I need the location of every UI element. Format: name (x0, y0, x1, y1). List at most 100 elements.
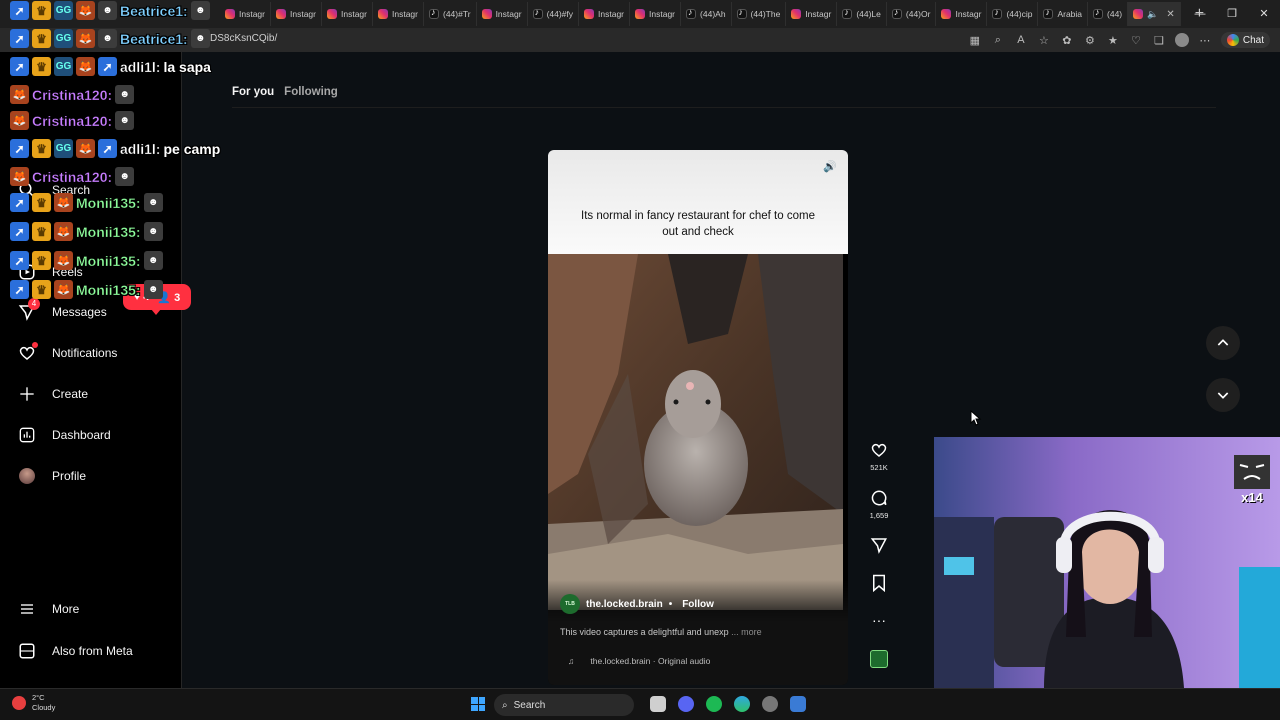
heart-monitor-icon[interactable]: ♡ (1129, 33, 1143, 47)
volume-icon[interactable]: 🔊 (822, 160, 838, 176)
next-reel-button[interactable] (1206, 378, 1240, 412)
apps-icon[interactable]: ▦ (968, 33, 982, 47)
reel-caption: Its normal in fancy restaurant for chef … (581, 210, 815, 238)
taskbar-search[interactable]: ⌕ Search (494, 694, 634, 716)
share-action[interactable] (866, 535, 892, 555)
browser-tab[interactable]: (44)#Tr (424, 2, 477, 26)
crown-badge-icon: ♛ (32, 222, 51, 241)
chat-button[interactable]: Chat (1220, 32, 1270, 48)
collections-icon[interactable]: ❏ (1152, 33, 1166, 47)
stream-chat-overlay: ➚ ♛ GG 🦊 ☻ Beatrice1: ☻ ➚ ♛ GG 🦊 ☻ Beatrice1: ☻ ➚ ♛ GG 🦊 ➚… (0, 0, 260, 300)
messenger-icon: 4 (16, 298, 40, 323)
browser-tab[interactable]: (44)cip (987, 2, 1039, 26)
reel-player[interactable]: 🔊 Its normal in fancy restaurant for che… (548, 150, 848, 685)
extension-icon[interactable]: ✿ (1060, 33, 1074, 47)
tab-label: Instagr (341, 9, 367, 19)
browser-tabs: Instagr Instagr Instagr Instagr (44)#Tr Insta… (220, 0, 1181, 28)
discord-icon[interactable] (678, 696, 694, 712)
browser-tab[interactable]: (44) (1088, 2, 1129, 26)
profile-avatar-icon (16, 465, 38, 487)
profile-avatar[interactable] (1174, 33, 1189, 47)
browser-tab[interactable]: Instagr (936, 2, 988, 26)
pin-badge-icon: ➚ (10, 57, 29, 76)
puzzle-icon[interactable]: ⚙ (1083, 33, 1097, 47)
save-action[interactable] (866, 573, 892, 593)
chat-message: ➚ ♛ 🦊 Monii135: ☻ (10, 251, 163, 270)
maximize-icon[interactable]: ❐ (1216, 0, 1248, 28)
tab-label: (44)The (750, 9, 781, 19)
menu-dots-icon[interactable]: ⋯ (1198, 33, 1212, 47)
author-avatar[interactable]: TLB (560, 594, 580, 614)
reel-video-frame[interactable] (548, 254, 843, 610)
previous-reel-button[interactable] (1206, 326, 1240, 360)
tab-label: Arabia (1057, 9, 1083, 19)
tab-following[interactable]: Following (284, 86, 338, 98)
active-browser-tab[interactable]: 🔈 ✕ (1128, 2, 1181, 26)
browser-tab[interactable]: (44)#fy (528, 2, 580, 26)
instagram-favicon-icon (481, 9, 492, 19)
like-count: 521K (870, 463, 888, 472)
windows-start-icon[interactable] (471, 697, 485, 711)
fox-badge-icon: 🦊 (10, 111, 29, 130)
edge-icon[interactable] (734, 696, 750, 712)
browser-tab[interactable]: (44)Or (887, 2, 937, 26)
weather-widget[interactable]: 2°C Cloudy (12, 693, 55, 713)
browser-tab[interactable]: Instagr (322, 2, 373, 26)
tiktok-favicon-icon (429, 7, 439, 19)
nav-also-from-meta[interactable]: Also from Meta (16, 637, 133, 665)
comment-count: 1,659 (869, 511, 889, 520)
chat-username: Monii135: (76, 223, 141, 240)
follow-button[interactable]: Follow (682, 599, 714, 610)
fox-badge-icon: 🦊 (76, 139, 95, 158)
file-explorer-icon[interactable] (650, 696, 666, 712)
divider (232, 107, 1216, 108)
tab-close-icon[interactable]: ✕ (1166, 9, 1174, 20)
browser-tab[interactable]: (44)Ah (681, 2, 732, 26)
tiktok-favicon-icon (1043, 7, 1054, 19)
close-icon[interactable]: ✕ (1248, 0, 1280, 28)
bookmark-star-icon[interactable]: ☆ (1037, 33, 1051, 47)
settings-icon[interactable] (762, 696, 778, 712)
translate-icon[interactable]: A (1014, 33, 1028, 47)
minimize-icon[interactable]: — (1184, 0, 1216, 28)
browser-tab[interactable]: Instagr (579, 2, 631, 26)
chat-text: la sapa (163, 58, 211, 75)
reel-audio[interactable]: ♫ the.locked.brain · Original audio (568, 656, 710, 666)
emote-icon: ☻ (143, 193, 163, 212)
favorites-icon[interactable]: ★ (1106, 33, 1120, 47)
browser-tab[interactable]: Instagr (630, 2, 682, 26)
tab-label: Instagr (392, 9, 418, 19)
browser-tab[interactable]: Instagr (373, 2, 424, 26)
more-options-action[interactable]: ··· (866, 610, 892, 630)
chat-text: pe camp (163, 140, 221, 157)
comment-action[interactable]: 1,659 (866, 488, 892, 520)
browser-tab[interactable]: Instagr (271, 2, 322, 26)
zoom-icon[interactable]: ⌕ (991, 33, 1005, 47)
browser-tab[interactable]: Instagr (477, 2, 528, 26)
tiktok-favicon-icon (532, 7, 543, 19)
nav-messages[interactable]: 4 Messages (16, 298, 107, 326)
toolbar-icons: ▦ ⌕ A ☆ ✿ ⚙ ★ ♡ ❏ ⋯ Chat (968, 32, 1270, 48)
audio-thumbnail[interactable] (866, 650, 892, 668)
instagram-favicon-icon (1133, 9, 1144, 19)
more-link[interactable]: ... more (731, 627, 762, 637)
tiktok-favicon-icon (686, 7, 697, 19)
nav-notifications[interactable]: Notifications (16, 339, 117, 367)
nav-more[interactable]: More (16, 595, 79, 623)
emote-icon: ☻ (190, 29, 210, 48)
emote-icon: ☻ (143, 251, 163, 270)
nav-create[interactable]: Create (16, 380, 88, 408)
app-window-icon[interactable] (790, 696, 806, 712)
browser-tab[interactable]: Arabia (1038, 2, 1089, 26)
search-icon: ⌕ (502, 699, 508, 711)
like-action[interactable]: 521K (866, 440, 892, 472)
author-name[interactable]: the.locked.brain (586, 599, 663, 610)
crown-badge-icon: ♛ (32, 29, 51, 48)
browser-tab[interactable]: (44)Le (837, 2, 887, 26)
browser-tab[interactable]: (44)The (732, 2, 787, 26)
spotify-icon[interactable] (706, 696, 722, 712)
crown-badge-icon: ♛ (32, 193, 51, 212)
nav-profile[interactable]: Profile (16, 462, 86, 490)
nav-dashboard[interactable]: Dashboard (16, 421, 111, 449)
browser-tab[interactable]: Instagr (786, 2, 838, 26)
